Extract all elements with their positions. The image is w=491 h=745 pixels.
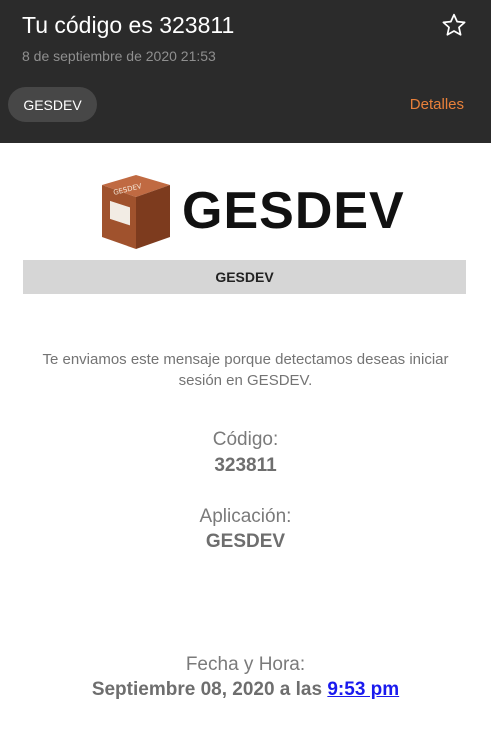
time-link[interactable]: 9:53 pm <box>327 679 399 700</box>
email-header: Tu código es 323811 8 de septiembre de 2… <box>0 0 491 143</box>
code-value: 323811 <box>214 455 277 476</box>
email-subject: Tu código es 323811 <box>22 12 235 38</box>
app-label: Aplicación: <box>199 506 292 527</box>
app-value: GESDEV <box>205 531 286 552</box>
datetime-label: Fecha y Hora: <box>185 654 306 675</box>
gesdev-logo: GESDEV GESDEV <box>98 171 404 251</box>
details-link[interactable]: Detalles <box>410 96 464 113</box>
email-date: 8 de septiembre de 2020 21:53 <box>22 48 216 64</box>
gesdev-banner: GESDEV <box>23 260 466 294</box>
datetime-date: Septiembre 08, 2020 a las <box>91 679 328 700</box>
logo-text: GESDEV <box>182 182 405 240</box>
package-box-icon: GESDEV <box>102 175 170 249</box>
star-icon[interactable] <box>441 12 467 38</box>
sender-chip[interactable]: GESDEV <box>8 87 97 122</box>
datetime-value: Septiembre 08, 2020 a las 9:53 pm <box>0 679 491 701</box>
code-label: Código: <box>212 429 279 450</box>
intro-message: Te enviamos este mensaje porque detectam… <box>42 351 449 389</box>
